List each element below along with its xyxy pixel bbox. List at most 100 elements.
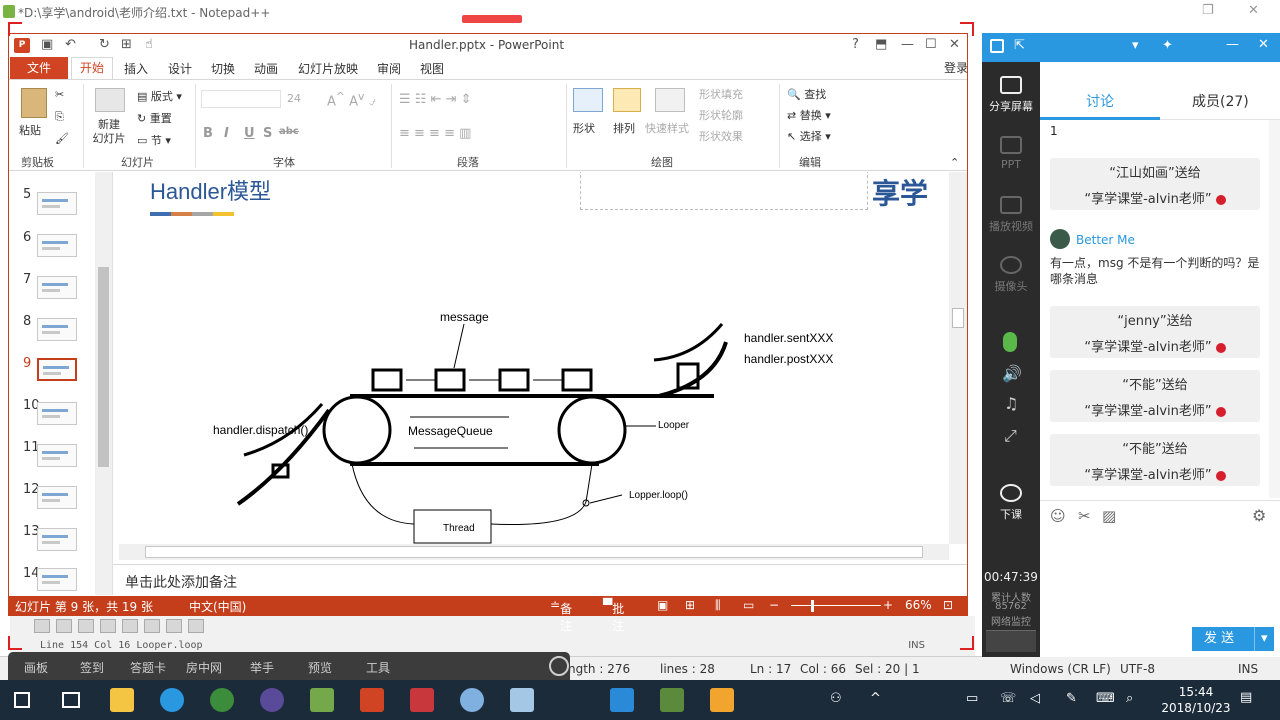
slide-vertical-scrollbar[interactable]	[949, 172, 967, 544]
android-studio-icon[interactable]	[310, 688, 334, 712]
wb-room[interactable]: 房中网	[186, 659, 222, 676]
shape-effects-button[interactable]: 形状效果	[699, 128, 743, 144]
collapse-ribbon-icon[interactable]: ⌃	[950, 156, 959, 169]
bold-button[interactable]: B	[203, 126, 213, 141]
tab-transitions[interactable]: 切换	[211, 60, 235, 77]
settings-icon[interactable]: ⚙	[1252, 506, 1266, 525]
people-icon[interactable]: ⚇	[830, 691, 842, 706]
close-icon[interactable]: ✕	[1258, 37, 1269, 52]
tool-icon[interactable]	[144, 619, 160, 633]
close-icon[interactable]: ✕	[1248, 3, 1259, 18]
slide-thumbnail[interactable]	[37, 234, 77, 257]
undo-icon[interactable]: ↶	[65, 37, 76, 52]
comments-button[interactable]: ▀ 批注	[603, 598, 624, 633]
notes-pane[interactable]: 单击此处添加备注	[113, 564, 967, 595]
notepad-icon[interactable]	[510, 688, 534, 712]
slide-thumbnail-selected[interactable]	[37, 358, 77, 381]
thumbnails-scrollbar[interactable]	[95, 172, 112, 595]
wb-tools[interactable]: 工具	[366, 659, 390, 676]
help-icon[interactable]: ?	[852, 37, 859, 52]
slide-thumbnail[interactable]	[37, 192, 77, 215]
select-button[interactable]: ↖ 选择 ▾	[787, 128, 831, 144]
tool-icon[interactable]	[56, 619, 72, 633]
powerpoint-icon[interactable]	[360, 688, 384, 712]
minimize-icon[interactable]: —	[901, 37, 914, 52]
ppt-button[interactable]: PPT	[982, 136, 1040, 171]
vpn-icon[interactable]	[610, 688, 634, 712]
quick-style-icon[interactable]	[655, 88, 685, 112]
cut-icon[interactable]: ✂	[55, 88, 64, 101]
fullscreen-icon[interactable]: ⤢	[1004, 426, 1017, 446]
redo-icon[interactable]: ↻	[99, 37, 110, 52]
tab-animations[interactable]: 动画	[254, 60, 278, 77]
language[interactable]: 中文(中国)	[189, 598, 246, 615]
normal-view-icon[interactable]: ▣	[657, 598, 668, 612]
play-video-button[interactable]: 播放视频	[982, 196, 1040, 234]
arrange-icon[interactable]	[613, 88, 641, 112]
network-icon[interactable]: ☏	[1000, 691, 1016, 706]
shape-fill-button[interactable]: 形状填充	[699, 86, 743, 102]
zoom-slider-thumb[interactable]	[811, 600, 814, 612]
battery-icon[interactable]: ▭	[966, 691, 978, 706]
slide-horizontal-scrollbar[interactable]	[119, 544, 949, 560]
arrange-button[interactable]: 排列	[613, 120, 635, 136]
start-icon[interactable]	[14, 692, 30, 708]
wb-draw[interactable]: 画板	[24, 659, 48, 676]
task-view-icon[interactable]	[62, 692, 80, 708]
power-icon[interactable]	[549, 656, 569, 676]
scrollbar-thumb[interactable]	[952, 308, 964, 328]
slide-thumbnail[interactable]	[37, 402, 77, 425]
keyboard-icon[interactable]: ⌨	[1096, 691, 1115, 706]
scissors-icon[interactable]: ✂	[1078, 507, 1091, 525]
send-button[interactable]: 发 送 ▾	[1192, 627, 1274, 651]
italic-button[interactable]: I	[224, 126, 229, 141]
close-icon[interactable]: ✕	[949, 37, 960, 52]
login-link[interactable]: 登录	[944, 59, 968, 76]
copy-icon[interactable]: ⎘	[55, 110, 64, 124]
explorer-icon[interactable]	[110, 688, 134, 712]
slide-thumbnail[interactable]	[37, 444, 77, 467]
tab-slideshow[interactable]: 幻灯片放映	[298, 60, 358, 77]
end-class-button[interactable]: 下课	[982, 484, 1040, 522]
send-options-icon[interactable]: ▾	[1254, 627, 1268, 651]
wb-signin[interactable]: 签到	[80, 659, 104, 676]
restore-icon[interactable]: ❐	[1202, 3, 1214, 18]
slide-thumbnail[interactable]	[37, 486, 77, 509]
zoom-level[interactable]: 66%	[905, 598, 932, 612]
quick-style-button[interactable]: 快速样式	[645, 120, 689, 136]
fit-slide-icon[interactable]: ⊡	[943, 598, 953, 612]
slide-thumbnail[interactable]	[37, 318, 77, 341]
zoom-slider[interactable]	[791, 605, 881, 606]
font-name-input[interactable]	[201, 90, 281, 108]
tool-icon[interactable]	[122, 619, 138, 633]
slide-thumbnail[interactable]	[37, 276, 77, 299]
new-slide-button[interactable]: 新建 幻灯片	[89, 118, 129, 146]
underline-button[interactable]: U	[244, 126, 255, 141]
tool-icon[interactable]	[78, 619, 94, 633]
tool-icon[interactable]	[188, 619, 204, 633]
wb-preview[interactable]: 预览	[308, 659, 332, 676]
export-icon[interactable]: ⇱	[1014, 38, 1025, 53]
pin-icon[interactable]: ✦	[1162, 38, 1173, 53]
app-icon[interactable]	[160, 688, 184, 712]
avatar[interactable]	[1050, 229, 1070, 249]
eclipse-icon[interactable]	[260, 688, 284, 712]
tool-icon[interactable]	[34, 619, 50, 633]
dropdown-icon[interactable]: ▾	[1132, 38, 1139, 53]
notes-button[interactable]: ≐ 备注	[550, 598, 572, 633]
touch-mode-icon[interactable]: ☝	[145, 37, 153, 52]
paste-button[interactable]: 粘贴	[19, 122, 41, 138]
volume-icon[interactable]: ◁	[1030, 691, 1040, 706]
tab-home[interactable]: 开始	[71, 57, 113, 80]
xmind-icon[interactable]	[410, 688, 434, 712]
music-icon[interactable]: ♫	[1004, 394, 1018, 413]
reset-button[interactable]: ↻ 重置	[137, 110, 172, 126]
strikethrough-button[interactable]: abc	[279, 126, 299, 137]
presentation-icon[interactable]: ⊞	[121, 37, 132, 52]
format-painter-icon[interactable]: 🖌	[55, 132, 69, 145]
tab-members[interactable]: 成员(27)	[1192, 91, 1249, 111]
wb-answer-card[interactable]: 答题卡	[130, 659, 166, 676]
chrome-icon[interactable]	[210, 688, 234, 712]
user-name[interactable]: Better Me	[1076, 233, 1135, 247]
chat-scrollbar[interactable]	[1269, 120, 1280, 498]
